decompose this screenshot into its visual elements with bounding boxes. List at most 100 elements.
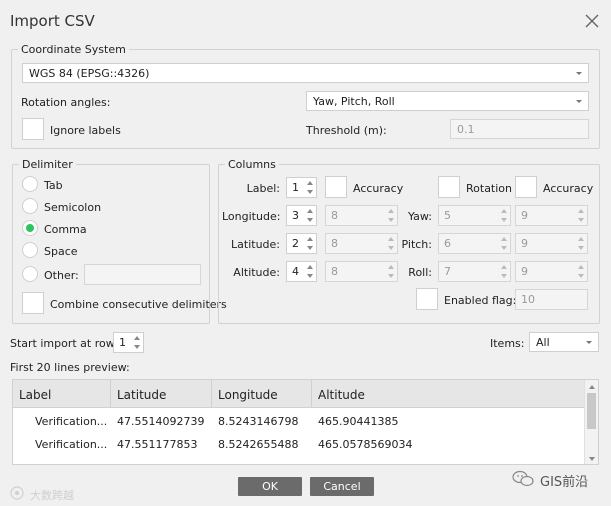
start-import-label: Start import at row: [10, 337, 118, 350]
enabled-flag-checkbox[interactable] [416, 288, 438, 310]
radio-tab-label: Tab [44, 179, 63, 192]
radio-other[interactable] [22, 266, 38, 282]
cell-latitude: 47.5514092739 [117, 415, 205, 428]
radio-comma-label: Comma [44, 223, 87, 236]
radio-space[interactable] [22, 242, 38, 258]
items-select[interactable]: All [529, 332, 599, 352]
cell-longitude: 8.5243146798 [218, 415, 299, 428]
spin-arrows-icon [307, 181, 313, 194]
crs-select[interactable]: WGS 84 (EPSG::4326) [22, 63, 589, 83]
wechat-icon [512, 470, 534, 487]
accuracy-checkbox[interactable] [325, 176, 347, 198]
scrollbar-thumb[interactable] [587, 393, 596, 429]
coordinate-system-legend: Coordinate System [18, 43, 129, 56]
spin-arrows-icon [578, 209, 584, 222]
spin-arrows-icon [388, 209, 394, 222]
items-value: All [536, 336, 550, 349]
yaw-accuracy-value: 9 [521, 209, 528, 222]
combine-delimiters-label: Combine consecutive delimiters [50, 298, 227, 311]
rotation-accuracy-checkbox[interactable] [515, 176, 537, 198]
watermark-logo-icon [10, 486, 24, 500]
spin-arrows-icon [307, 209, 313, 222]
delimiter-legend: Delimiter [19, 158, 76, 171]
yaw-value: 5 [444, 209, 451, 222]
column-header-altitude[interactable]: Altitude [312, 380, 584, 408]
start-row-value: 1 [119, 336, 126, 349]
ok-button[interactable]: OK [238, 477, 302, 496]
rotation-accuracy-label: Accuracy [543, 182, 594, 195]
combine-delimiters-checkbox[interactable] [22, 292, 44, 314]
column-header-latitude[interactable]: Latitude [111, 380, 212, 408]
cell-label: Verification... [35, 438, 108, 451]
pitch-spinner[interactable]: 6 [438, 233, 511, 254]
rotation-checkbox[interactable] [438, 176, 460, 198]
cancel-button[interactable]: Cancel [310, 477, 374, 496]
dialog-title: Import CSV [10, 12, 95, 30]
label-column-value: 1 [292, 181, 299, 194]
roll-label: Roll: [408, 266, 432, 279]
radio-space-label: Space [44, 245, 78, 258]
spin-arrows-icon [501, 209, 507, 222]
altitude-spinner[interactable]: 4 [286, 261, 317, 282]
threshold-input[interactable]: 0.1 [450, 119, 589, 139]
altitude-label: Altitude: [233, 266, 280, 279]
spin-arrows-icon [134, 336, 140, 349]
watermark-right: GIS前沿 [540, 475, 589, 490]
latitude-accuracy-spinner[interactable]: 8 [325, 233, 398, 254]
label-column-spinner[interactable]: 1 [286, 177, 317, 198]
pitch-label: Pitch: [401, 238, 433, 251]
altitude-accuracy-spinner[interactable]: 8 [325, 261, 398, 282]
yaw-accuracy-spinner[interactable]: 9 [515, 205, 588, 226]
rotation-angles-value: Yaw, Pitch, Roll [313, 95, 395, 108]
chevron-down-icon [586, 341, 592, 344]
roll-accuracy-spinner[interactable]: 9 [515, 261, 588, 282]
rotation-angles-select[interactable]: Yaw, Pitch, Roll [306, 91, 589, 111]
items-label: Items: [490, 337, 525, 350]
yaw-spinner[interactable]: 5 [438, 205, 511, 226]
latitude-spinner[interactable]: 2 [286, 233, 317, 254]
pitch-accuracy-spinner[interactable]: 9 [515, 233, 588, 254]
rotation-angles-label: Rotation angles: [21, 96, 111, 109]
longitude-accuracy-spinner[interactable]: 8 [325, 205, 398, 226]
scroll-down-icon[interactable] [588, 455, 596, 463]
cell-latitude: 47.551177853 [117, 438, 198, 451]
radio-other-label: Other: [44, 269, 79, 282]
spin-arrows-icon [388, 265, 394, 278]
longitude-label: Longitude: [222, 210, 281, 223]
latitude-value: 2 [292, 237, 299, 250]
ignore-labels-label: Ignore labels [50, 124, 121, 137]
radio-semicolon[interactable] [22, 198, 38, 214]
close-icon[interactable] [583, 12, 601, 30]
column-header-label[interactable]: Label [13, 380, 111, 408]
radio-tab[interactable] [22, 176, 38, 192]
start-row-spinner[interactable]: 1 [113, 332, 144, 353]
spin-arrows-icon [578, 265, 584, 278]
latitude-accuracy-value: 8 [331, 237, 338, 250]
threshold-value: 0.1 [457, 123, 475, 136]
accuracy-label: Accuracy [353, 182, 404, 195]
spin-arrows-icon [501, 265, 507, 278]
column-header-longitude[interactable]: Longitude [212, 380, 312, 408]
enabled-flag-spinner[interactable]: 10 [515, 289, 588, 310]
threshold-label: Threshold (m): [306, 124, 387, 137]
roll-spinner[interactable]: 7 [438, 261, 511, 282]
rotation-label: Rotation [466, 182, 513, 195]
longitude-accuracy-value: 8 [331, 209, 338, 222]
preview-table[interactable]: Label Latitude Longitude Altitude Verifi… [12, 379, 599, 465]
scroll-up-icon[interactable] [588, 383, 596, 391]
spin-arrows-icon [388, 237, 394, 250]
other-delimiter-input[interactable] [84, 264, 201, 285]
vertical-scrollbar[interactable] [584, 380, 598, 464]
radio-semicolon-label: Semicolon [44, 201, 102, 214]
longitude-spinner[interactable]: 3 [286, 205, 317, 226]
columns-legend: Columns [225, 158, 279, 171]
radio-comma[interactable] [22, 220, 38, 236]
chevron-down-icon [576, 100, 582, 103]
altitude-accuracy-value: 8 [331, 265, 338, 278]
chevron-down-icon [576, 72, 582, 75]
ignore-labels-checkbox[interactable] [22, 118, 44, 140]
cell-altitude: 465.0578569034 [318, 438, 413, 451]
longitude-value: 3 [292, 209, 299, 222]
cell-longitude: 8.5242655488 [218, 438, 299, 451]
preview-label: First 20 lines preview: [10, 361, 130, 374]
